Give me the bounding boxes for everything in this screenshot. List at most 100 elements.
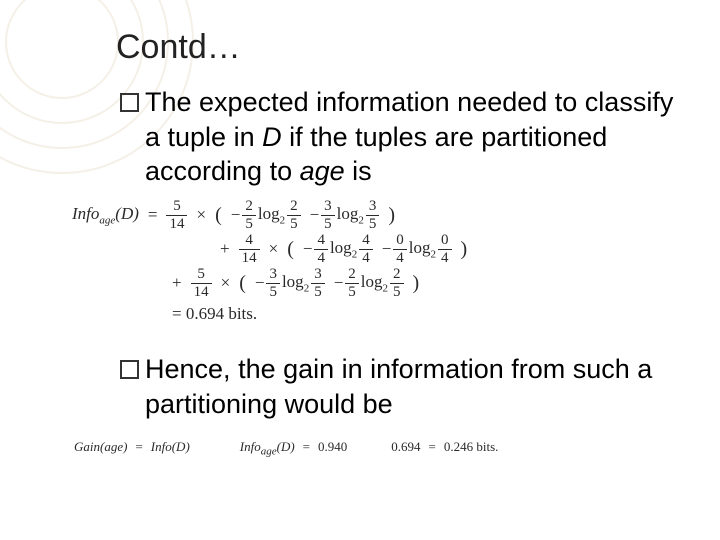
t2b: − 04 log2 04	[382, 233, 452, 266]
log-label: log	[282, 272, 304, 291]
den: 14	[191, 283, 212, 300]
log-label: log	[361, 272, 383, 291]
times-2: ×	[269, 236, 279, 262]
sign: −	[255, 270, 265, 296]
v1: 0.940	[318, 439, 347, 455]
bullet-box-icon	[120, 360, 139, 379]
ld: 5	[287, 215, 301, 232]
log-base: 2	[280, 215, 286, 227]
log-label: log	[330, 238, 352, 257]
log-label: log	[337, 204, 359, 223]
formula-lhs: Infoage(D)	[72, 201, 139, 229]
bullet-1-part3: is	[345, 156, 372, 186]
d: 5	[242, 215, 256, 232]
sign: −	[303, 236, 313, 262]
outer-frac-3: 5 14	[191, 267, 212, 300]
bullet-1-age: age	[300, 156, 345, 186]
t3a: − 35 log2 35	[255, 267, 325, 300]
n: 4	[314, 233, 328, 249]
log-label: log	[409, 238, 431, 257]
ld: 5	[311, 283, 325, 300]
ln: 0	[438, 233, 452, 249]
log-base: 2	[358, 215, 364, 227]
bullet-2: Hence, the gain in information from such…	[120, 352, 680, 421]
log: log2	[282, 269, 309, 297]
log: log2	[337, 201, 364, 229]
info-d: Info(D)	[151, 439, 190, 455]
ld: 5	[366, 215, 380, 232]
ln: 2	[390, 267, 404, 283]
ld: 4	[359, 249, 373, 266]
n: 3	[321, 199, 335, 215]
rparen-2: )	[461, 234, 468, 264]
eq: =	[135, 439, 142, 455]
t1b: − 35 log2 35	[310, 199, 380, 232]
sign: −	[382, 236, 392, 262]
ln: 2	[287, 199, 301, 215]
lparen-3: (	[239, 268, 246, 298]
plus-2: +	[220, 236, 230, 262]
rparen-3: )	[413, 268, 420, 298]
d: 4	[393, 249, 407, 266]
n: 2	[242, 199, 256, 215]
log-base: 2	[383, 283, 389, 295]
num: 5	[194, 267, 208, 283]
equals-1: =	[148, 202, 158, 228]
times-1: ×	[196, 202, 206, 228]
ln: 4	[359, 233, 373, 249]
log-base: 2	[431, 249, 437, 261]
ia-label: Info	[240, 439, 261, 454]
t3b: − 25 log2 25	[334, 267, 404, 300]
lhs-sub: age	[99, 215, 115, 227]
outer-frac-1: 5 14	[166, 199, 187, 232]
t1a: − 25 log2 25	[231, 199, 301, 232]
n: 2	[345, 267, 359, 283]
ln: 3	[366, 199, 380, 215]
ld: 4	[438, 249, 452, 266]
times-3: ×	[221, 270, 231, 296]
num: 5	[170, 199, 184, 215]
bullet-1-D: D	[262, 122, 282, 152]
ia-arg: (D)	[277, 439, 295, 454]
n: 0	[393, 233, 407, 249]
formula-result-1: = 0.694 bits.	[172, 301, 680, 327]
num: 4	[242, 233, 256, 249]
lparen-1: (	[215, 200, 222, 230]
plus-3: +	[172, 270, 182, 296]
formula-row-1: Infoage(D) = 5 14 × ( − 25 log2 25 − 35 …	[72, 199, 680, 232]
bullet-1: The expected information needed to class…	[120, 85, 680, 189]
outer-frac-2: 4 14	[239, 233, 260, 266]
lhs-arg: (D)	[115, 204, 139, 223]
log: log2	[409, 235, 436, 263]
log: log2	[330, 235, 357, 263]
info-age: Infoage(D)	[240, 439, 295, 458]
log: log2	[258, 201, 285, 229]
ia-sub: age	[261, 446, 277, 458]
lhs-info: Info	[72, 204, 99, 223]
den: 14	[166, 215, 187, 232]
log-base: 2	[352, 249, 358, 261]
eq2: =	[303, 439, 310, 455]
d: 5	[266, 283, 280, 300]
log-label: log	[258, 204, 280, 223]
result: 0.246 bits.	[444, 439, 499, 455]
sign: −	[310, 202, 320, 228]
ld: 5	[390, 283, 404, 300]
bullet-1-prefix: The	[145, 87, 192, 117]
d: 5	[345, 283, 359, 300]
eq3: =	[429, 439, 436, 455]
log: log2	[361, 269, 388, 297]
slide: Contd… The expected information needed t…	[0, 0, 720, 540]
formula-row-3: + 5 14 × ( − 35 log2 35 − 25 log2 25 )	[172, 267, 680, 300]
den: 14	[239, 249, 260, 266]
d: 4	[314, 249, 328, 266]
bullet-2-text: Hence, the gain in information from such…	[145, 352, 680, 421]
sign: −	[231, 202, 241, 228]
formula-info-age: Infoage(D) = 5 14 × ( − 25 log2 25 − 35 …	[72, 199, 680, 327]
log-base: 2	[304, 283, 310, 295]
bullet-1-text: The expected information needed to class…	[145, 85, 680, 189]
rparen-1: )	[388, 200, 395, 230]
bullet-2-prefix: Hence,	[145, 354, 231, 384]
slide-title: Contd…	[116, 28, 680, 67]
formula-gain: Gain(age) = Info(D) Infoage(D) = 0.940 0…	[74, 439, 680, 458]
